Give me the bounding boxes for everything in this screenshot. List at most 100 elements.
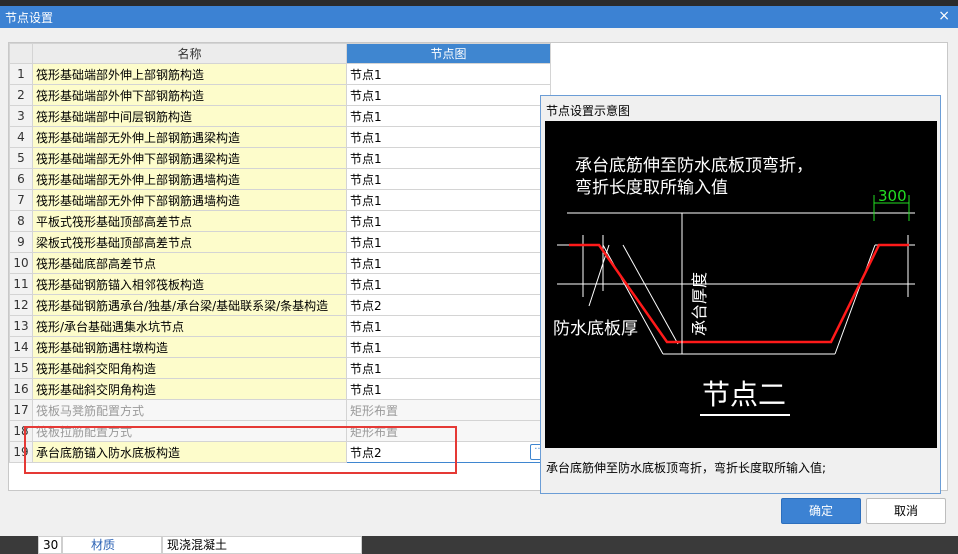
row-node-value: 节点2 — [350, 445, 382, 460]
row-name-cell[interactable]: 筏形基础底部高差节点 — [32, 252, 347, 274]
row-node-cell[interactable]: 节点1 — [346, 147, 551, 169]
row-index: 11 — [9, 273, 33, 295]
close-icon[interactable]: × — [938, 8, 950, 24]
row-index: 2 — [9, 84, 33, 106]
row-node-value: 矩形布置 — [350, 403, 399, 418]
row-node-cell[interactable]: 节点1 — [346, 357, 551, 379]
row-node-cell[interactable]: 节点1 — [346, 315, 551, 337]
row-node-value: 矩形布置 — [350, 424, 399, 439]
row-node-value: 节点1 — [350, 193, 382, 208]
background-bottom-strip: 30 材质 现浇混凝土 — [0, 536, 958, 554]
cancel-button[interactable]: 取消 — [866, 498, 946, 524]
row-name-cell[interactable]: 筏形基础斜交阴角构造 — [32, 378, 347, 400]
row-node-cell[interactable]: 节点1 — [346, 189, 551, 211]
row-name-cell[interactable]: 筏板拉筋配置方式 — [32, 420, 347, 442]
table-row[interactable]: 15 筏形基础斜交阳角构造 节点1 — [9, 357, 551, 379]
table-row[interactable]: 8 平板式筏形基础顶部高差节点 节点1 — [9, 210, 551, 232]
row-index: 1 — [9, 63, 33, 85]
row-name-cell[interactable]: 筏形基础钢筋锚入相邻筏板构造 — [32, 273, 347, 295]
ok-button[interactable]: 确定 — [781, 498, 861, 524]
row-index: 14 — [9, 336, 33, 358]
column-header-node[interactable]: 节点图 — [346, 43, 551, 64]
table-row[interactable]: 12 筏形基础钢筋遇承台/独基/承台梁/基础联系梁/条基构造 节点2 — [9, 294, 551, 316]
row-name-cell[interactable]: 筏形基础端部中间层钢筋构造 — [32, 105, 347, 127]
row-name-cell[interactable]: 筏形基础端部外伸下部钢筋构造 — [32, 84, 347, 106]
row-node-value: 节点1 — [350, 130, 382, 145]
row-node-cell[interactable]: 节点1 — [346, 273, 551, 295]
row-node-cell[interactable]: 节点1 — [346, 210, 551, 232]
row-index: 19 — [9, 441, 33, 463]
row-node-cell[interactable]: 节点1 — [346, 84, 551, 106]
row-name-cell[interactable]: 承台底筋锚入防水底板构造 — [32, 441, 347, 463]
table-row[interactable]: 13 筏形/承台基础遇集水坑节点 节点1 — [9, 315, 551, 337]
row-node-value: 节点1 — [350, 361, 382, 376]
row-name-cell[interactable]: 筏板马凳筋配置方式 — [32, 399, 347, 421]
background-row-index: 30 — [38, 536, 62, 554]
row-name-cell[interactable]: 筏形/承台基础遇集水坑节点 — [32, 315, 347, 337]
preview-description: 承台底筋伸至防水底板顶弯折，弯折长度取所输入值; — [546, 461, 827, 475]
table-row[interactable]: 19 承台底筋锚入防水底板构造 节点2 ··· — [9, 441, 551, 463]
row-node-cell[interactable]: 节点2 ··· — [346, 441, 551, 463]
table-row[interactable]: 1 筏形基础端部外伸上部钢筋构造 节点1 — [9, 63, 551, 85]
table-row[interactable]: 5 筏形基础端部无外伸下部钢筋遇梁构造 节点1 — [9, 147, 551, 169]
row-node-value: 节点1 — [350, 382, 382, 397]
row-index: 17 — [9, 399, 33, 421]
row-name-cell[interactable]: 平板式筏形基础顶部高差节点 — [32, 210, 347, 232]
row-node-value: 节点1 — [350, 277, 382, 292]
table-row[interactable]: 4 筏形基础端部无外伸上部钢筋遇梁构造 节点1 — [9, 126, 551, 148]
row-node-cell[interactable]: 节点1 — [346, 105, 551, 127]
row-node-cell[interactable]: 节点1 — [346, 126, 551, 148]
row-node-cell[interactable]: 节点2 — [346, 294, 551, 316]
row-name-cell[interactable]: 筏形基础端部无外伸上部钢筋遇梁构造 — [32, 126, 347, 148]
row-index: 12 — [9, 294, 33, 316]
row-index: 13 — [9, 315, 33, 337]
row-index: 6 — [9, 168, 33, 190]
row-name-cell[interactable]: 筏形基础钢筋遇承台/独基/承台梁/基础联系梁/条基构造 — [32, 294, 347, 316]
row-name-cell[interactable]: 筏形基础端部无外伸下部钢筋遇梁构造 — [32, 147, 347, 169]
row-name-cell[interactable]: 筏形基础端部无外伸下部钢筋遇墙构造 — [32, 189, 347, 211]
row-node-cell[interactable]: 节点1 — [346, 378, 551, 400]
dialog-title: 节点设置 — [5, 11, 54, 25]
row-node-value: 节点1 — [350, 151, 382, 166]
dialog-titlebar: 节点设置 × — [0, 6, 958, 28]
table-row[interactable]: 17 筏板马凳筋配置方式 矩形布置 — [9, 399, 551, 421]
table-row[interactable]: 10 筏形基础底部高差节点 节点1 — [9, 252, 551, 274]
row-name-cell[interactable]: 筏形基础端部外伸上部钢筋构造 — [32, 63, 347, 85]
node-settings-dialog: 名称 节点图 1 筏形基础端部外伸上部钢筋构造 节点1 2 筏形基础端部外伸下部钢筋构造… — [0, 28, 958, 536]
row-index: 3 — [9, 105, 33, 127]
row-index: 10 — [9, 252, 33, 274]
background-row-value: 现浇混凝土 — [162, 536, 362, 554]
table-row[interactable]: 9 梁板式筏形基础顶部高差节点 节点1 — [9, 231, 551, 253]
row-name-cell[interactable]: 筏形基础端部无外伸上部钢筋遇墙构造 — [32, 168, 347, 190]
row-node-value: 节点1 — [350, 214, 382, 229]
diagram-text-line1: 承台底筋伸至防水底板顶弯折， — [575, 156, 813, 176]
row-index: 5 — [9, 147, 33, 169]
row-name-cell[interactable]: 筏形基础钢筋遇柱墩构造 — [32, 336, 347, 358]
row-node-cell[interactable]: 节点1 — [346, 63, 551, 85]
row-index: 16 — [9, 378, 33, 400]
diagram-label-waterproof: 防水底板厚 — [553, 319, 638, 339]
diagram-dimension: 300 — [878, 187, 907, 205]
row-name-cell[interactable]: 梁板式筏形基础顶部高差节点 — [32, 231, 347, 253]
table-row[interactable]: 16 筏形基础斜交阴角构造 节点1 — [9, 378, 551, 400]
row-index: 18 — [9, 420, 33, 442]
row-node-value: 节点1 — [350, 88, 382, 103]
row-node-cell[interactable]: 节点1 — [346, 252, 551, 274]
row-node-cell[interactable]: 矩形布置 — [346, 399, 551, 421]
table-row[interactable]: 14 筏形基础钢筋遇柱墩构造 节点1 — [9, 336, 551, 358]
table-row[interactable]: 18 筏板拉筋配置方式 矩形布置 — [9, 420, 551, 442]
table-row[interactable]: 2 筏形基础端部外伸下部钢筋构造 节点1 — [9, 84, 551, 106]
row-node-value: 节点1 — [350, 235, 382, 250]
column-header-name[interactable]: 名称 — [32, 43, 347, 64]
diagram-node-title: 节点二 — [702, 378, 786, 411]
table-row[interactable]: 7 筏形基础端部无外伸下部钢筋遇墙构造 节点1 — [9, 189, 551, 211]
row-node-cell[interactable]: 节点1 — [346, 336, 551, 358]
row-node-cell[interactable]: 节点1 — [346, 231, 551, 253]
preview-title: 节点设置示意图 — [546, 104, 631, 118]
table-row[interactable]: 6 筏形基础端部无外伸上部钢筋遇墙构造 节点1 — [9, 168, 551, 190]
table-row[interactable]: 3 筏形基础端部中间层钢筋构造 节点1 — [9, 105, 551, 127]
row-node-cell[interactable]: 矩形布置 — [346, 420, 551, 442]
row-node-cell[interactable]: 节点1 — [346, 168, 551, 190]
table-row[interactable]: 11 筏形基础钢筋锚入相邻筏板构造 节点1 — [9, 273, 551, 295]
row-name-cell[interactable]: 筏形基础斜交阳角构造 — [32, 357, 347, 379]
